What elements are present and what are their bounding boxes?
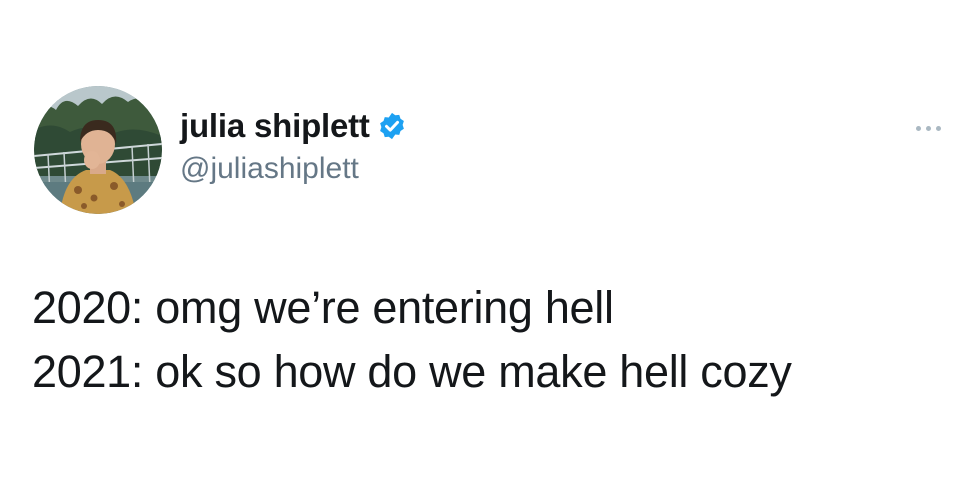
user-handle[interactable]: @juliashiplett (180, 152, 407, 186)
tweet-card: julia shiplett @juliashiplett 2020: omg … (0, 0, 960, 490)
tweet-line-2: 2021: ok so how do we make hell cozy (32, 346, 792, 397)
more-options-icon[interactable] (908, 116, 948, 140)
avatar-photo-icon (34, 86, 162, 214)
tweet-header: julia shiplett @juliashiplett (180, 104, 407, 186)
tweet-line-1: 2020: omg we’re entering hell (32, 282, 614, 333)
dot-icon (925, 125, 931, 131)
display-name[interactable]: julia shiplett (180, 107, 370, 145)
dot-icon (915, 125, 921, 131)
name-row: julia shiplett (180, 104, 407, 148)
dot-icon (935, 125, 941, 131)
avatar[interactable] (34, 86, 162, 214)
tweet-text: 2020: omg we’re entering hell 2021: ok s… (32, 276, 932, 404)
verified-badge-icon (377, 111, 407, 141)
